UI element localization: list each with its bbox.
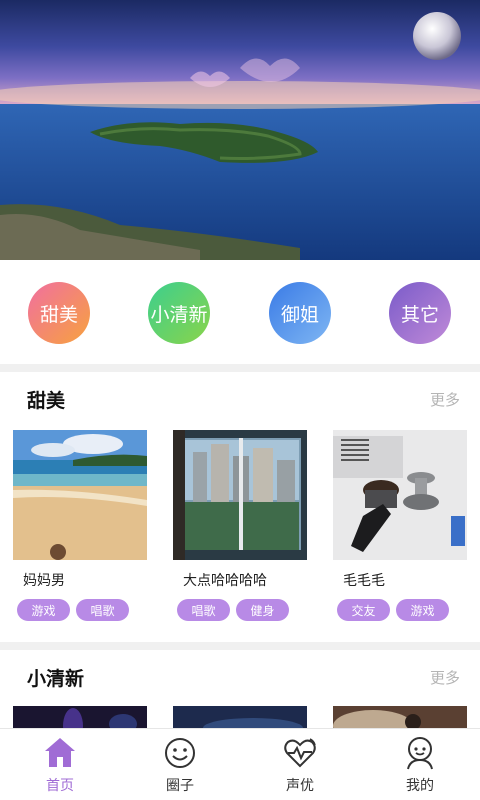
card-photo[interactable]: [13, 430, 147, 560]
tab-label: 我的: [406, 778, 434, 794]
category-sweet-button[interactable]: 甜美: [28, 282, 90, 344]
user-card[interactable]: 大点哈哈哈哈 唱歌 健身: [173, 430, 307, 621]
tab-home[interactable]: 首页: [20, 735, 100, 795]
tag[interactable]: 交友: [337, 599, 390, 621]
profile-icon: [407, 737, 433, 770]
more-link[interactable]: 更多: [430, 667, 460, 688]
category-lady-button[interactable]: 御姐: [269, 282, 331, 344]
tag[interactable]: 健身: [236, 599, 289, 621]
heartbeat-icon: [284, 738, 316, 768]
card-name: 大点哈哈哈哈: [183, 573, 267, 589]
tag[interactable]: 唱歌: [177, 599, 230, 621]
tab-label: 首页: [46, 778, 74, 794]
banner-image[interactable]: [0, 0, 480, 260]
category-row: 甜美 小清新 御姐 其它: [0, 260, 480, 364]
category-other-button[interactable]: 其它: [389, 282, 451, 344]
section-title: 甜美: [27, 390, 66, 412]
tag[interactable]: 唱歌: [76, 599, 129, 621]
card-name: 妈妈男: [23, 573, 65, 589]
tab-label: 圈子: [166, 778, 194, 794]
tab-circle[interactable]: 圈子: [140, 735, 220, 795]
section-title: 小清新: [27, 668, 85, 690]
card-name: 毛毛毛: [343, 573, 385, 589]
bottom-tab-bar: 首页 圈子 声优 我的: [0, 728, 480, 800]
smiley-icon: [165, 738, 195, 768]
card-photo[interactable]: [333, 430, 467, 560]
home-icon: [45, 738, 75, 767]
tab-voice[interactable]: 声优: [260, 735, 340, 795]
tab-mine[interactable]: 我的: [380, 735, 460, 795]
card-photo[interactable]: [173, 430, 307, 560]
user-card[interactable]: 妈妈男 游戏 唱歌: [13, 430, 147, 621]
tab-label: 声优: [286, 778, 314, 794]
tag[interactable]: 游戏: [17, 599, 70, 621]
section-sweet: 甜美 更多 妈妈男 游戏 唱歌 大点哈哈哈哈 唱歌 健身 毛毛毛 交友 游戏: [0, 372, 480, 642]
tag[interactable]: 游戏: [396, 599, 449, 621]
category-fresh-button[interactable]: 小清新: [148, 282, 210, 344]
more-link[interactable]: 更多: [430, 389, 460, 410]
user-card[interactable]: 毛毛毛 交友 游戏: [333, 430, 467, 621]
